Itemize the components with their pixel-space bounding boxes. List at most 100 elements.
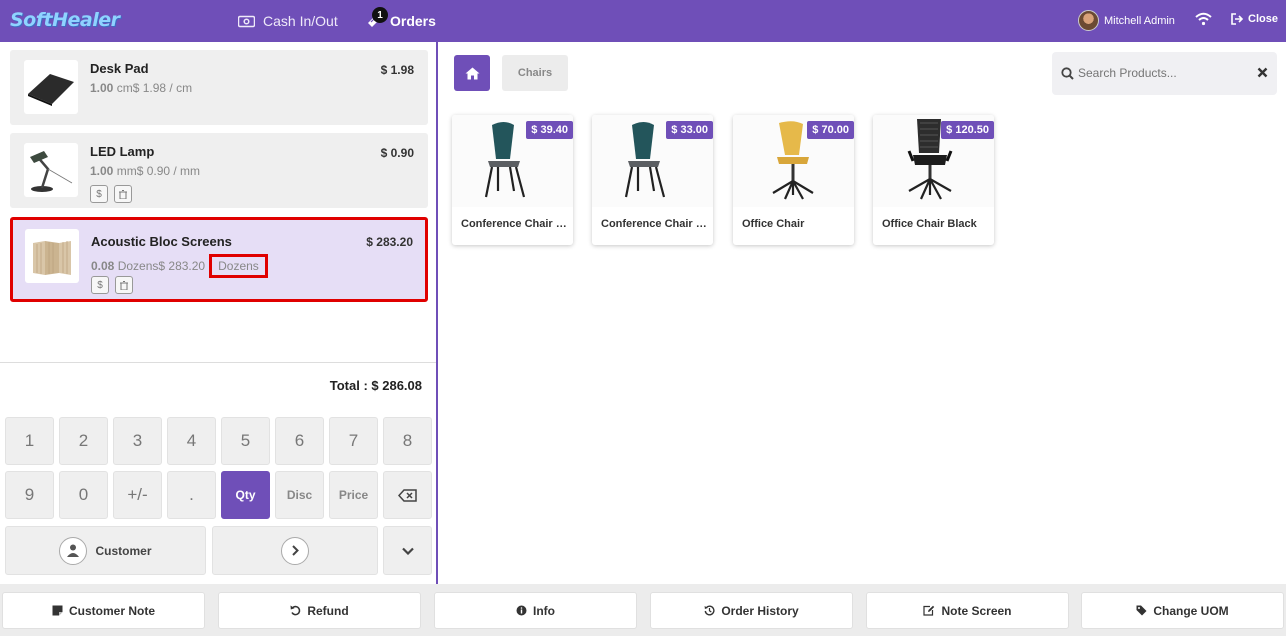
search-bar [1052, 52, 1277, 95]
info-button[interactable]: Info [434, 592, 637, 629]
line-quantity: 0.08 Dozens$ 283.20 Dozens [91, 254, 268, 278]
product-card[interactable]: $ 70.00 Office Chair [733, 115, 854, 245]
change-uom-button[interactable]: Change UOM [1081, 592, 1284, 629]
change-uom-label: Change UOM [1153, 603, 1229, 618]
note-screen-label: Note Screen [941, 603, 1012, 618]
numpad-key-4[interactable]: 4 [167, 417, 216, 465]
trash-icon[interactable] [115, 276, 133, 294]
action-bar: Customer Note Refund Info Order History … [0, 584, 1286, 636]
numpad-key-8[interactable]: 8 [383, 417, 432, 465]
price-icon[interactable]: $ [90, 185, 108, 203]
price-tag: $ 70.00 [807, 121, 854, 139]
numpad-key-7[interactable]: 7 [329, 417, 378, 465]
product-thumbnail [24, 143, 78, 197]
product-name: Office Chair Black [882, 218, 977, 230]
user-menu[interactable]: Mitchell Admin [1078, 10, 1175, 31]
refund-button[interactable]: Refund [218, 592, 421, 629]
quantity-value: 0.08 [91, 259, 115, 273]
wifi-icon [1195, 12, 1212, 26]
order-pane: Desk Pad $ 1.98 1.00 cm$ 1.98 / cm LED L… [0, 42, 438, 584]
quantity-value: 1.00 [90, 164, 114, 178]
numpad-key-9[interactable]: 9 [5, 471, 54, 519]
avatar [1078, 10, 1099, 31]
product-name: Acoustic Bloc Screens [91, 234, 232, 249]
product-card[interactable]: $ 33.00 Conference Chair (Aluminium) [592, 115, 713, 245]
user-name: Mitchell Admin [1104, 14, 1175, 27]
numpad-key-5[interactable]: 5 [221, 417, 270, 465]
unit-price-text: Dozens$ 283.20 [117, 259, 206, 273]
tag-icon [1136, 605, 1147, 616]
product-card[interactable]: $ 120.50 Office Chair Black [873, 115, 994, 245]
payment-next-button[interactable] [212, 526, 378, 575]
more-options-button[interactable] [383, 526, 432, 575]
line-price: $ 1.98 [380, 63, 414, 77]
quantity-value: 1.00 [90, 81, 114, 95]
price-tag: $ 33.00 [666, 121, 713, 139]
search-icon [1061, 67, 1074, 80]
numpad-key-0[interactable]: 0 [59, 471, 108, 519]
backspace-key[interactable] [383, 471, 432, 519]
clear-search-icon[interactable] [1257, 67, 1268, 78]
trash-icon[interactable] [114, 185, 132, 203]
close-label: Close [1248, 13, 1278, 25]
order-history-label: Order History [721, 603, 799, 618]
price-mode-button[interactable]: Price [329, 471, 378, 519]
numpad-key-3[interactable]: 3 [113, 417, 162, 465]
order-line[interactable]: Desk Pad $ 1.98 1.00 cm$ 1.98 / cm [10, 50, 428, 125]
category-breadcrumb[interactable]: Chairs [502, 55, 568, 91]
product-card[interactable]: $ 39.40 Conference Chair (Steel) [452, 115, 573, 245]
softhealer-logo: SoftHealer [10, 9, 120, 31]
order-line[interactable]: LED Lamp $ 0.90 1.00 mm$ 0.90 / mm $ [10, 133, 428, 208]
plus-minus-key[interactable]: +/- [113, 471, 162, 519]
note-screen-button[interactable]: Note Screen [866, 592, 1069, 629]
line-price: $ 0.90 [380, 146, 414, 160]
chevron-right-icon [281, 536, 309, 565]
product-thumbnail [24, 60, 78, 114]
uom-tag: Dozens [209, 254, 268, 278]
product-name: Conference Chair (Steel) [461, 218, 569, 230]
orders-button[interactable]: 1 Orders [366, 0, 436, 42]
info-icon [516, 605, 527, 616]
decimal-key[interactable]: . [167, 471, 216, 519]
line-quantity: 1.00 mm$ 0.90 / mm [90, 164, 200, 178]
product-name: Desk Pad [90, 61, 149, 76]
price-icon[interactable]: $ [91, 276, 109, 294]
unit-price-text: mm$ 0.90 / mm [116, 164, 201, 178]
numpad-key-2[interactable]: 2 [59, 417, 108, 465]
cash-in-out-button[interactable]: Cash In/Out [238, 0, 338, 42]
orders-label: Orders [390, 13, 436, 29]
customer-button[interactable]: Customer [5, 526, 206, 575]
undo-icon [290, 605, 301, 616]
home-category-button[interactable] [454, 55, 490, 91]
order-history-button[interactable]: Order History [650, 592, 853, 629]
disc-mode-button[interactable]: Disc [275, 471, 324, 519]
order-total: Total : $ 286.08 [329, 378, 422, 393]
numpad-key-1[interactable]: 1 [5, 417, 54, 465]
numpad-key-6[interactable]: 6 [275, 417, 324, 465]
edit-icon [923, 605, 935, 616]
history-icon [704, 605, 715, 616]
cash-in-out-label: Cash In/Out [263, 13, 338, 29]
order-line-selected[interactable]: Acoustic Bloc Screens $ 283.20 0.08 Doze… [10, 217, 428, 302]
line-quantity: 1.00 cm$ 1.98 / cm [90, 81, 192, 95]
top-bar: SoftHealer Cash In/Out 1 Orders Mitchell… [0, 0, 1286, 42]
divider [0, 362, 436, 363]
qty-mode-button[interactable]: Qty [221, 471, 270, 519]
product-name: LED Lamp [90, 144, 155, 159]
sign-out-icon [1231, 13, 1244, 25]
product-pane: Chairs $ 39.40 Conference Chair (Steel) … [440, 42, 1286, 584]
customer-note-label: Customer Note [68, 603, 155, 618]
customer-note-button[interactable]: Customer Note [2, 592, 205, 629]
user-icon [59, 536, 88, 565]
unit-price-text: cm$ 1.98 / cm [116, 81, 193, 95]
info-label: Info [533, 603, 555, 618]
product-name: Office Chair [742, 218, 805, 230]
line-actions: $ [90, 185, 132, 203]
search-input[interactable] [1078, 63, 1248, 83]
orders-count-badge: 1 [372, 7, 388, 23]
line-price: $ 283.20 [366, 235, 413, 249]
home-icon [465, 67, 479, 79]
product-name: Conference Chair (Aluminium) [601, 218, 709, 230]
note-icon [52, 605, 63, 616]
close-button[interactable]: Close [1231, 13, 1278, 25]
